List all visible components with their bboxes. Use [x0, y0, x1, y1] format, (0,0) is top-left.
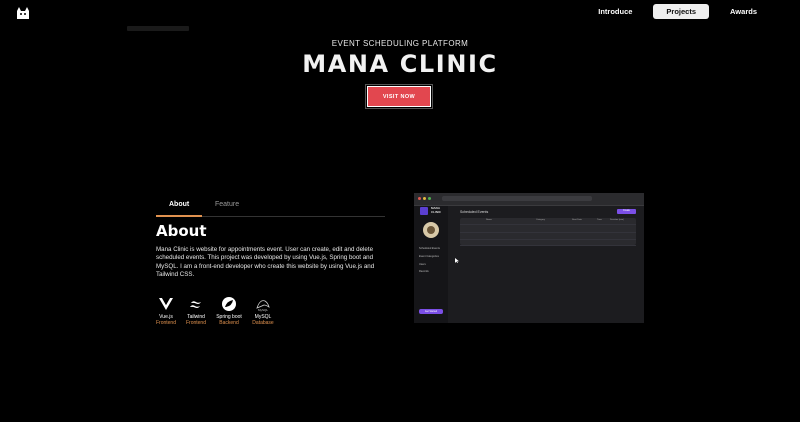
decorative-smudge [127, 26, 189, 31]
stack-role: Frontend [185, 320, 206, 326]
preview-avatar-face [427, 226, 435, 234]
stack-item-tailwind: Tailwind Frontend [181, 296, 211, 326]
stack-item-vue: Vue.js Frontend [151, 296, 181, 326]
preview-url-bar [442, 196, 592, 201]
stack-item-spring: Spring boot Backend [214, 296, 244, 326]
mouse-cursor-icon [455, 258, 459, 263]
preview-close-dot [418, 197, 421, 200]
table-row [460, 226, 636, 233]
preview-create-button: Create [617, 209, 636, 214]
stack-role: Frontend [155, 320, 176, 326]
about-description: Mana Clinic is website for appointments … [156, 246, 375, 279]
nav-projects[interactable]: Projects [653, 4, 710, 19]
project-preview-image: MANA CLINIC Scheduled Events Event Categ… [414, 193, 644, 323]
preview-menu-item: Records [419, 270, 429, 273]
stack-role: Database [252, 320, 274, 326]
preview-cta: Get Started [419, 309, 443, 314]
preview-menu-item: Scheduled Events [419, 247, 440, 250]
hero-subtitle: EVENT SCHEDULING PLATFORM [331, 39, 469, 48]
hero-title: MANA CLINIC [302, 50, 498, 78]
preview-col-time: Time [597, 219, 602, 221]
stack-item-mysql: MySQL MySQL Database [248, 296, 278, 326]
about-heading: About [156, 222, 207, 240]
tab-about[interactable]: About [169, 201, 189, 208]
preview-col-category: Category [536, 219, 545, 221]
tab-feature[interactable]: Feature [215, 201, 239, 208]
preview-minimize-dot [423, 197, 426, 200]
tailwind-icon [190, 301, 201, 308]
preview-brand-icon [420, 207, 428, 215]
preview-browser-bar [414, 193, 644, 206]
active-tab-indicator [156, 215, 202, 217]
preview-table-header: Name Category Start Date Time Duration (… [460, 218, 636, 225]
spring-icon [222, 297, 236, 311]
nav-introduce[interactable]: Introduce [585, 4, 645, 19]
preview-maximize-dot [428, 197, 431, 200]
stack-role: Backend [219, 320, 239, 326]
project-tabs: About Feature [156, 196, 385, 217]
preview-col-start: Start Date [572, 219, 582, 221]
preview-col-duration: Duration (min) [610, 219, 624, 221]
preview-page-title: Scheduled Events [460, 210, 489, 214]
svg-text:MySQL: MySQL [258, 308, 268, 312]
preview-menu-item: Event Categories [419, 255, 439, 258]
preview-menu-item: Users [419, 263, 426, 266]
site-logo[interactable] [14, 5, 32, 21]
preview-col-name: Name [486, 219, 492, 221]
preview-brand: MANA CLINIC [431, 206, 441, 214]
mysql-icon: MySQL [256, 300, 270, 312]
table-row [460, 239, 636, 246]
top-nav: Introduce Projects Awards [585, 4, 770, 19]
nav-awards[interactable]: Awards [717, 4, 770, 19]
preview-table: Name Category Start Date Time Duration (… [460, 218, 636, 246]
visit-now-button[interactable]: VISIT NOW [365, 84, 433, 109]
vue-icon [159, 298, 173, 310]
